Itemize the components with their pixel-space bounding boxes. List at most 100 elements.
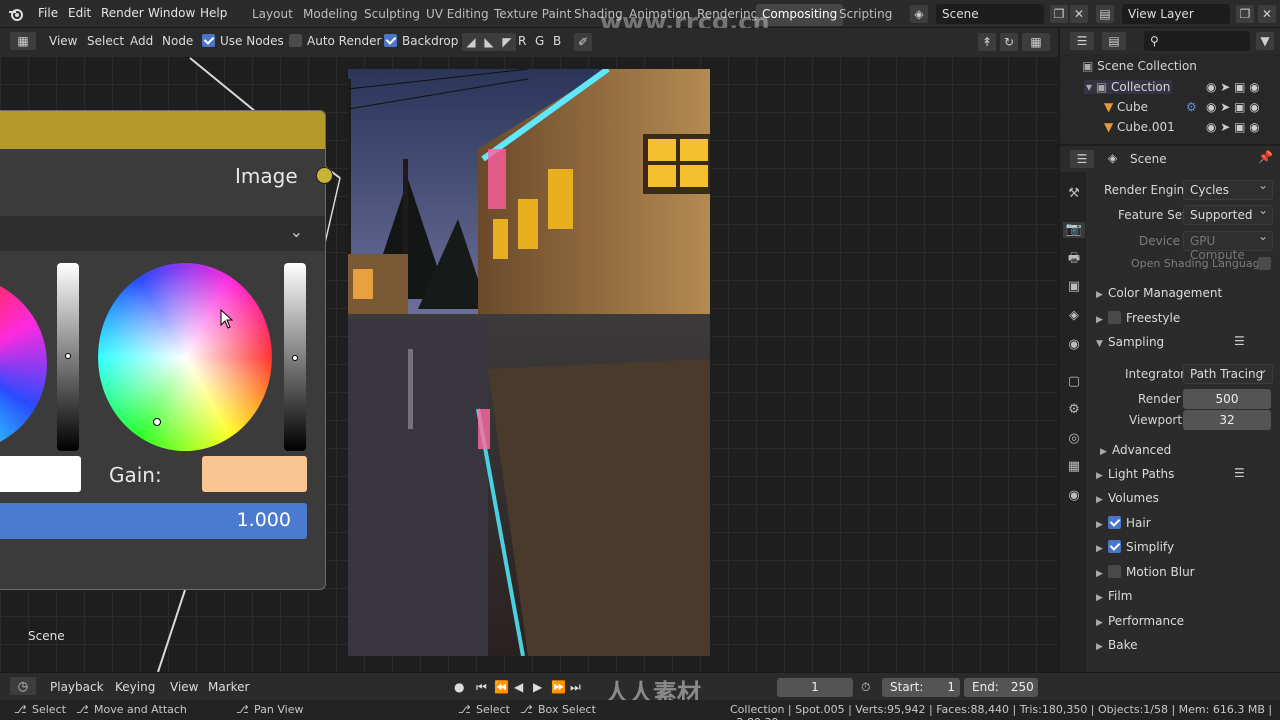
properties-editor-type-icon[interactable]: ☰ bbox=[1070, 150, 1094, 168]
tab-sculpting[interactable]: Sculpting bbox=[358, 4, 426, 26]
channel-g[interactable]: G bbox=[535, 34, 544, 48]
film-panel[interactable]: ▶ Film bbox=[1096, 589, 1132, 603]
hair-panel[interactable]: ▶ Hair bbox=[1096, 516, 1151, 530]
performance-panel[interactable]: ▶ Performance bbox=[1096, 614, 1184, 628]
osl-checkbox[interactable] bbox=[1258, 257, 1271, 270]
visibility-icons[interactable]: ◉ ➤ ▣ ◉ bbox=[1206, 80, 1260, 94]
outliner-editor-type-icon[interactable]: ☰ bbox=[1070, 32, 1094, 50]
scene-tab-icon[interactable]: ◈ bbox=[1066, 308, 1082, 324]
view-layer-field[interactable]: View Layer bbox=[1122, 4, 1230, 24]
menu-help[interactable]: Help bbox=[200, 6, 227, 20]
freestyle-checkbox[interactable] bbox=[1108, 311, 1121, 324]
record-icon[interactable]: ● bbox=[454, 680, 464, 694]
play-icon[interactable]: ▶ bbox=[533, 680, 542, 694]
tool-tab-icon[interactable]: ⚒ bbox=[1066, 186, 1082, 202]
viewport-samples-field[interactable]: 32 bbox=[1183, 410, 1271, 430]
gamma-slider-handle[interactable] bbox=[292, 355, 298, 361]
simplify-checkbox[interactable] bbox=[1108, 540, 1121, 553]
texture-tab-icon[interactable]: ▦ bbox=[1066, 459, 1082, 475]
eyedropper-icon[interactable]: ✐ bbox=[574, 33, 592, 51]
tab-uv-editing[interactable]: UV Editing bbox=[420, 4, 495, 26]
presets-list-icon[interactable]: ☰ bbox=[1234, 334, 1245, 348]
menu-edit[interactable]: Edit bbox=[68, 6, 91, 20]
view-layer-tab-icon[interactable]: ▣ bbox=[1066, 279, 1082, 295]
outliner-item-cube[interactable]: ▼ Cube bbox=[1104, 100, 1148, 114]
volumes-panel[interactable]: ▶ Volumes bbox=[1096, 491, 1159, 505]
cube-visibility-icons[interactable]: ◉ ➤ ▣ ◉ bbox=[1206, 100, 1260, 114]
gain-color-swatch[interactable] bbox=[202, 456, 307, 492]
end-frame-field[interactable]: End: 250 bbox=[964, 678, 1038, 697]
lift-value-slider[interactable] bbox=[57, 263, 79, 451]
tab-modeling[interactable]: Modeling bbox=[297, 4, 364, 26]
scene-selector-icon[interactable]: ◈ bbox=[910, 5, 928, 23]
advanced-subpanel[interactable]: ▶ Advanced bbox=[1100, 443, 1171, 457]
timeline-menu-keying[interactable]: Keying bbox=[115, 680, 155, 694]
parent-node-tree-icon[interactable]: ↟ bbox=[978, 33, 996, 51]
render-samples-field[interactable]: 500 bbox=[1183, 389, 1271, 409]
menu-render[interactable]: Render bbox=[101, 6, 144, 20]
lift-slider-handle[interactable] bbox=[65, 353, 71, 359]
prev-keyframe-icon[interactable]: ⏪ bbox=[494, 680, 509, 694]
current-frame-field[interactable]: 1 bbox=[777, 678, 853, 697]
outliner-scene-collection[interactable]: ▣ Scene Collection bbox=[1082, 59, 1197, 73]
stopwatch-icon[interactable]: ⏱ bbox=[861, 680, 870, 695]
lift-color-wheel[interactable] bbox=[0, 276, 47, 452]
jump-start-icon[interactable]: ⏮ bbox=[476, 680, 487, 695]
gamma-color-wheel[interactable] bbox=[98, 263, 272, 451]
start-frame-field[interactable]: Start: 1 bbox=[882, 678, 960, 697]
motion-blur-checkbox[interactable] bbox=[1108, 565, 1121, 578]
node-menu-node[interactable]: Node bbox=[162, 34, 193, 48]
channel-b[interactable]: B bbox=[553, 34, 561, 48]
device-dropdown[interactable]: GPU Compute bbox=[1183, 229, 1273, 262]
display-mode-icon[interactable]: ▤ bbox=[1102, 32, 1126, 50]
scene-name-field[interactable]: Scene bbox=[936, 4, 1044, 24]
tab-scripting[interactable]: Scripting bbox=[833, 4, 898, 26]
output-tab-icon[interactable]: 🖶 bbox=[1066, 251, 1082, 267]
jump-end-icon[interactable]: ⏭ bbox=[570, 680, 581, 695]
view-layer-icon[interactable]: ▤ bbox=[1096, 5, 1114, 23]
new-scene-icon[interactable]: ❐ bbox=[1050, 5, 1068, 23]
color-balance-node[interactable]: Image ⌄ Gain: 1.000 bbox=[0, 110, 326, 590]
modifier-tab-icon[interactable]: ⚙ bbox=[1066, 402, 1082, 418]
outliner-item-cube-001[interactable]: ▼ Cube.001 bbox=[1104, 120, 1175, 134]
render-tab-icon[interactable]: 📷 bbox=[1063, 222, 1085, 238]
node-menu-view[interactable]: View bbox=[49, 34, 77, 48]
hair-checkbox[interactable] bbox=[1108, 516, 1121, 529]
channel-r[interactable]: R bbox=[518, 34, 526, 48]
timeline-editor-type-icon[interactable]: ◷ bbox=[10, 677, 36, 695]
feature-set-dropdown[interactable]: Supported bbox=[1183, 203, 1273, 225]
gamma-value-slider[interactable] bbox=[284, 263, 306, 451]
freestyle-panel[interactable]: ▶ Freestyle bbox=[1096, 311, 1180, 325]
play-reverse-icon[interactable]: ◀ bbox=[514, 680, 523, 694]
menu-file[interactable]: File bbox=[38, 6, 58, 20]
image-output-socket[interactable] bbox=[316, 167, 333, 184]
auto-render-checkbox[interactable]: Auto Render bbox=[289, 34, 381, 48]
cube-001-visibility-icons[interactable]: ◉ ➤ ▣ ◉ bbox=[1206, 120, 1260, 134]
new-view-layer-icon[interactable]: ❐ bbox=[1236, 5, 1254, 23]
bake-panel[interactable]: ▶ Bake bbox=[1096, 638, 1138, 652]
sampling-panel[interactable]: ▼ Sampling bbox=[1096, 335, 1164, 349]
factor-slider[interactable]: 1.000 bbox=[0, 503, 307, 539]
node-title-bar[interactable] bbox=[0, 111, 325, 149]
filter-icon[interactable]: ▼ bbox=[1256, 32, 1274, 50]
tab-texture-paint[interactable]: Texture Paint bbox=[488, 4, 577, 26]
editor-type-icon[interactable]: ▦ bbox=[10, 32, 36, 50]
node-mode-dropdown[interactable]: ⌄ bbox=[0, 216, 325, 251]
tab-layout[interactable]: Layout bbox=[246, 4, 299, 26]
node-menu-add[interactable]: Add bbox=[130, 34, 153, 48]
color-management-panel[interactable]: ▶ Color Management bbox=[1096, 286, 1222, 300]
world-tab-icon[interactable]: ◉ bbox=[1066, 337, 1082, 353]
channel-rgba-icon[interactable]: ◢ bbox=[462, 33, 480, 51]
lift-color-swatch[interactable] bbox=[0, 456, 81, 492]
snap-mode-icon[interactable]: ▦ bbox=[1022, 33, 1050, 51]
delete-scene-icon[interactable]: ✕ bbox=[1070, 5, 1088, 23]
render-engine-dropdown[interactable]: Cycles bbox=[1183, 178, 1273, 200]
channel-image-icon[interactable]: ◤ bbox=[498, 33, 516, 51]
outliner-search-input[interactable]: ⚲ bbox=[1144, 31, 1250, 51]
timeline-menu-playback[interactable]: Playback bbox=[50, 680, 104, 694]
snap-icon[interactable]: ↻ bbox=[1000, 33, 1018, 51]
integrator-dropdown[interactable]: Path Tracing bbox=[1183, 362, 1273, 384]
gamma-wheel-handle[interactable] bbox=[153, 418, 161, 426]
use-nodes-checkbox[interactable]: Use Nodes bbox=[202, 34, 284, 48]
menu-window[interactable]: Window bbox=[148, 6, 195, 20]
